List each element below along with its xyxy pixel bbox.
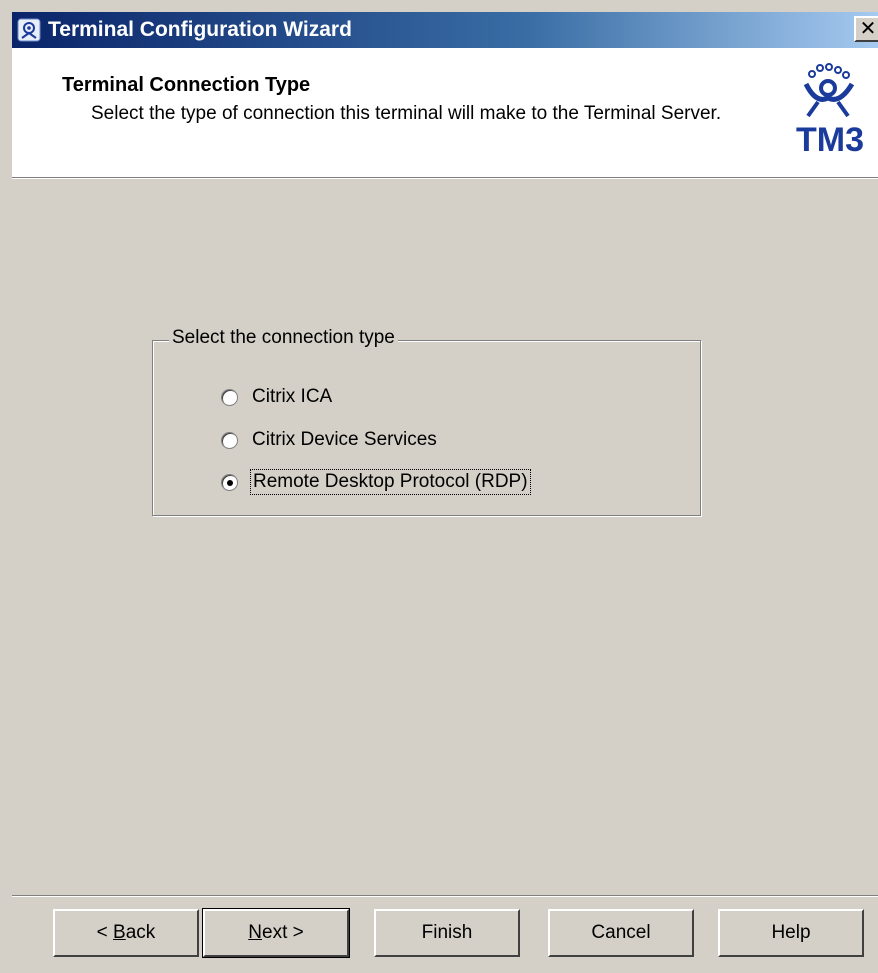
radio-button-checked-icon[interactable]	[221, 473, 238, 491]
finish-button[interactable]: Finish	[374, 909, 520, 957]
radio-button-icon[interactable]	[221, 388, 238, 406]
page-title: Terminal Connection Type	[62, 74, 311, 96]
radio-citrix-device-services[interactable]: Citrix Device Services	[221, 429, 437, 451]
radio-label: Citrix ICA	[252, 386, 333, 407]
title-bar[interactable]: Terminal Configuration Wizard ✕	[12, 12, 878, 48]
connection-type-group: Select the connection type Citrix ICA Ci…	[152, 327, 701, 516]
radio-citrix-ica[interactable]: Citrix ICA	[221, 386, 332, 408]
header-divider	[12, 177, 878, 179]
next-label-rest: ext >	[262, 922, 304, 943]
back-prefix: <	[96, 922, 114, 943]
logo-text: TM3	[796, 121, 864, 158]
wizard-header: Terminal Connection Type Select the type…	[12, 48, 878, 177]
back-button[interactable]: < Back	[53, 909, 199, 957]
radio-label: Remote Desktop Protocol (RDP)	[250, 469, 531, 495]
footer-divider	[12, 895, 878, 897]
cancel-button[interactable]: Cancel	[548, 909, 694, 957]
cancel-label: Cancel	[591, 922, 651, 943]
radio-rdp[interactable]: Remote Desktop Protocol (RDP)	[221, 469, 531, 495]
group-legend: Select the connection type	[169, 327, 398, 349]
next-mnemonic: N	[248, 922, 262, 943]
page-description: Select the type of connection this termi…	[91, 103, 722, 124]
window-title: Terminal Configuration Wizard	[48, 18, 352, 41]
back-mnemonic: B	[113, 922, 126, 943]
back-label-rest: ack	[125, 922, 156, 943]
app-icon	[16, 17, 42, 43]
help-button[interactable]: Help	[718, 909, 864, 957]
radio-button-icon[interactable]	[221, 431, 238, 449]
help-label: Help	[771, 922, 811, 943]
finish-label: Finish	[421, 922, 473, 943]
radio-label: Citrix Device Services	[252, 429, 437, 450]
tm3-logo: TM3	[768, 58, 878, 159]
close-button[interactable]: ✕	[854, 16, 878, 42]
close-icon: ✕	[859, 18, 877, 40]
next-button[interactable]: Next >	[202, 908, 350, 958]
wizard-window: Terminal Configuration Wizard ✕ Terminal…	[0, 0, 878, 973]
